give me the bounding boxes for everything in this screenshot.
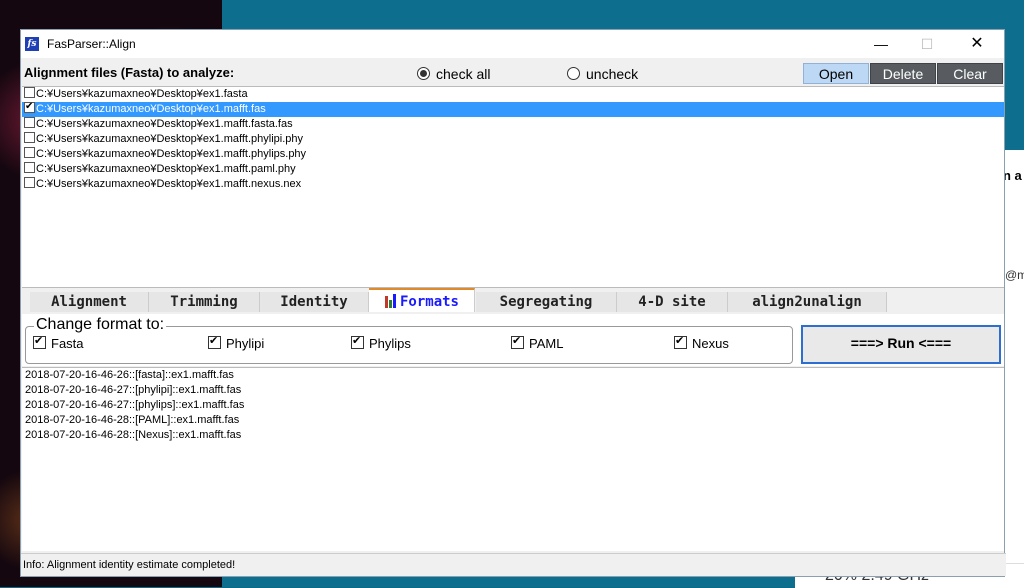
log-line: 2018-07-20-16-46-27::[phylipi]::ex1.maff… <box>25 384 242 396</box>
file-list-item[interactable]: C:¥Users¥kazumaxneo¥Desktop¥ex1.mafft.ph… <box>22 147 1004 162</box>
paml-checkbox[interactable]: PAML <box>511 334 564 351</box>
file-path: C:¥Users¥kazumaxneo¥Desktop¥ex1.mafft.ph… <box>36 133 303 145</box>
log-line: 2018-07-20-16-46-26::[fasta]::ex1.mafft.… <box>25 369 234 381</box>
checkbox-icon[interactable] <box>24 162 35 173</box>
fasta-checkbox[interactable]: Fasta <box>33 334 84 351</box>
nexus-label: Nexus <box>692 336 729 351</box>
tab-4d-site[interactable]: 4-D site <box>617 292 728 312</box>
tab-bar: Alignment Trimming Identity Formats Segr… <box>22 288 1004 312</box>
bar-chart-icon <box>384 294 398 308</box>
log-line: 2018-07-20-16-46-27::[phylips]::ex1.maff… <box>25 399 245 411</box>
log-line: 2018-07-20-16-46-28::[PAML]::ex1.mafft.f… <box>25 414 240 426</box>
fasta-label: Fasta <box>51 336 84 351</box>
phylipi-label: Phylipi <box>226 336 265 351</box>
clear-button[interactable]: Clear <box>937 63 1003 84</box>
background-text: n a <box>1003 168 1022 183</box>
tab-alignment[interactable]: Alignment <box>30 292 149 312</box>
files-heading: Alignment files (Fasta) to analyze: <box>24 65 235 80</box>
minimize-button[interactable]: — <box>858 30 904 58</box>
checkbox-icon[interactable] <box>24 147 35 158</box>
checkbox-checked-icon <box>351 334 364 349</box>
title-bar[interactable]: fs FasParser::Align — ☐ ✕ <box>21 30 1004 58</box>
tab-formats[interactable]: Formats <box>369 288 475 312</box>
run-button[interactable]: ===> Run <=== <box>801 325 1001 364</box>
checkbox-checked-icon <box>208 334 221 349</box>
file-path: C:¥Users¥kazumaxneo¥Desktop¥ex1.mafft.ph… <box>36 148 307 160</box>
checkbox-icon[interactable] <box>24 177 35 188</box>
phylips-checkbox[interactable]: Phylips <box>351 334 411 351</box>
nexus-checkbox[interactable]: Nexus <box>674 334 729 351</box>
uncheck-label: uncheck <box>586 66 639 82</box>
change-format-label: Change format to: <box>34 316 167 334</box>
checkbox-checked-icon <box>674 334 687 349</box>
tab-segregating[interactable]: Segregating <box>476 292 617 312</box>
file-path: C:¥Users¥kazumaxneo¥Desktop¥ex1.mafft.fa… <box>36 118 293 130</box>
paml-label: PAML <box>529 336 564 351</box>
tab-identity[interactable]: Identity <box>260 292 369 312</box>
file-list-item[interactable]: C:¥Users¥kazumaxneo¥Desktop¥ex1.mafft.fa… <box>22 99 1004 117</box>
checkbox-checked-icon <box>511 334 524 349</box>
radio-unselected-icon <box>567 67 580 80</box>
file-list-item[interactable]: C:¥Users¥kazumaxneo¥Desktop¥ex1.fasta <box>22 87 1004 102</box>
window-title: FasParser::Align <box>47 37 136 51</box>
checkbox-checked-icon[interactable] <box>24 99 35 114</box>
file-path: C:¥Users¥kazumaxneo¥Desktop¥ex1.fasta <box>36 88 248 100</box>
log-line: 2018-07-20-16-46-28::[Nexus]::ex1.mafft.… <box>25 429 242 441</box>
tab-align2unalign[interactable]: align2unalign <box>728 292 887 312</box>
file-list-item[interactable]: C:¥Users¥kazumaxneo¥Desktop¥ex1.mafft.ph… <box>22 132 1004 147</box>
checkbox-icon[interactable] <box>24 132 35 143</box>
checkbox-icon[interactable] <box>24 87 35 98</box>
radio-selected-icon <box>417 67 430 80</box>
uncheck-radio[interactable]: uncheck <box>567 66 638 82</box>
file-list-item[interactable]: C:¥Users¥kazumaxneo¥Desktop¥ex1.mafft.ne… <box>22 177 1004 192</box>
file-list[interactable]: C:¥Users¥kazumaxneo¥Desktop¥ex1.fasta C:… <box>22 86 1004 288</box>
formats-panel: Change format to: Fasta Phylipi Phylips … <box>22 314 1004 366</box>
app-logo-icon: fs <box>25 37 39 51</box>
check-all-radio[interactable]: check all <box>417 66 490 82</box>
tab-trimming[interactable]: Trimming <box>149 292 260 312</box>
file-path: C:¥Users¥kazumaxneo¥Desktop¥ex1.mafft.ne… <box>36 178 302 190</box>
phylipi-checkbox[interactable]: Phylipi <box>208 334 265 351</box>
file-path: C:¥Users¥kazumaxneo¥Desktop¥ex1.mafft.fa… <box>36 103 266 115</box>
file-path: C:¥Users¥kazumaxneo¥Desktop¥ex1.mafft.pa… <box>36 163 296 175</box>
fasparser-window: fs FasParser::Align — ☐ ✕ Alignment file… <box>20 29 1006 577</box>
background-text: @ma <box>1005 268 1024 282</box>
status-bar: Info: Alignment identity estimate comple… <box>21 553 1006 576</box>
file-list-item[interactable]: C:¥Users¥kazumaxneo¥Desktop¥ex1.mafft.pa… <box>22 162 1004 177</box>
checkbox-checked-icon <box>33 334 46 349</box>
maximize-button[interactable]: ☐ <box>904 30 950 58</box>
tab-formats-label: Formats <box>399 294 459 310</box>
phylips-label: Phylips <box>369 336 411 351</box>
check-all-label: check all <box>436 66 491 82</box>
open-button[interactable]: Open <box>803 63 869 84</box>
close-button[interactable]: ✕ <box>954 30 1000 58</box>
delete-button[interactable]: Delete <box>870 63 936 84</box>
file-list-item[interactable]: C:¥Users¥kazumaxneo¥Desktop¥ex1.mafft.fa… <box>22 117 1004 132</box>
log-output[interactable]: 2018-07-20-16-46-26::[fasta]::ex1.mafft.… <box>22 367 1004 551</box>
checkbox-icon[interactable] <box>24 117 35 128</box>
